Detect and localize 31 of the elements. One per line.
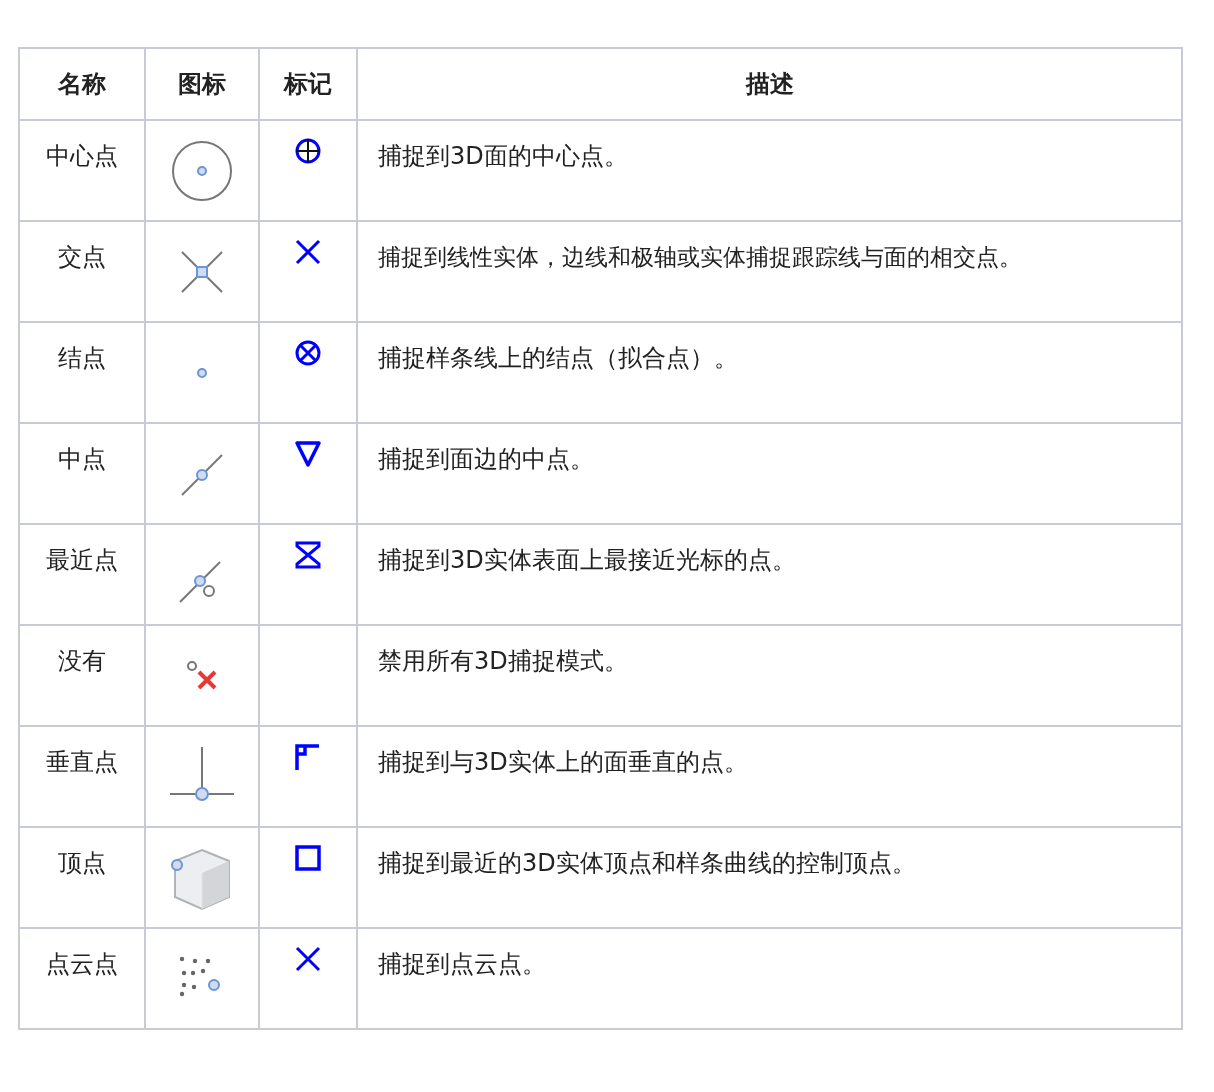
snap-name: 中点 — [58, 444, 106, 475]
snap-name: 点云点 — [46, 949, 118, 980]
snap-description: 禁用所有3D捕捉模式。 — [378, 646, 628, 677]
snap-description: 捕捉到3D面的中心点。 — [378, 141, 628, 172]
snap-name: 没有 — [58, 646, 106, 677]
snap-description: 捕捉到3D实体表面上最接近光标的点。 — [378, 545, 796, 576]
column-header: 名称 — [58, 69, 106, 100]
crossed-circle-icon — [294, 339, 322, 367]
snap-name: 最近点 — [46, 545, 118, 576]
column-header: 描述 — [745, 69, 794, 100]
snap-name: 结点 — [58, 343, 106, 374]
snap-name: 垂直点 — [46, 747, 118, 778]
snap-description: 捕捉到点云点。 — [378, 949, 546, 980]
snap-description: 捕捉到线性实体，边线和极轴或实体捕捉跟踪线与面的相交点。 — [378, 243, 1022, 272]
snap-name: 顶点 — [58, 848, 106, 879]
crosshair-circle-icon — [294, 137, 322, 165]
snap-description: 捕捉到面边的中点。 — [378, 444, 594, 475]
triangle-icon — [294, 440, 322, 468]
hourglass-icon — [294, 541, 322, 569]
snap-description: 捕捉到与3D实体上的面垂直的点。 — [378, 747, 748, 778]
perpendicular-marker-icon — [294, 743, 322, 771]
cross-icon — [294, 945, 322, 973]
column-header: 图标 — [178, 69, 226, 100]
snap-name: 中心点 — [46, 141, 118, 172]
snap-description: 捕捉样条线上的结点（拟合点）。 — [378, 343, 738, 374]
dot-icon — [197, 367, 207, 378]
snap-name: 交点 — [58, 242, 106, 273]
snap-description: 捕捉到最近的3D实体顶点和样条曲线的控制顶点。 — [378, 848, 916, 879]
column-header: 标记 — [284, 69, 332, 100]
cross-icon — [294, 238, 322, 266]
square-icon — [294, 844, 322, 872]
